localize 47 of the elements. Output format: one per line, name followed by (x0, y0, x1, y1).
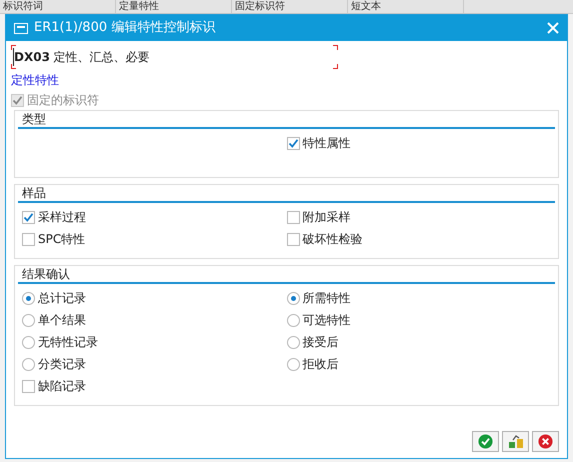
radio-button[interactable] (22, 314, 35, 326)
check-icon (478, 434, 493, 449)
close-icon[interactable] (547, 22, 559, 34)
column-header: 标识符词 (0, 0, 116, 13)
radio-button[interactable] (286, 358, 300, 370)
radio-button[interactable] (286, 314, 300, 326)
transfer-button[interactable] (502, 431, 529, 452)
input-field[interactable]: DX03 定性、汇总、必要 (11, 45, 338, 69)
option-label: 缺陷记录 (38, 378, 86, 395)
column-header: 固定标识符 (232, 0, 348, 13)
option-label: SPC特性 (38, 231, 86, 248)
confirm-button[interactable] (472, 431, 499, 452)
radio-button[interactable] (286, 336, 300, 348)
option-label: 可选特性 (302, 312, 350, 329)
cancel-button[interactable] (532, 431, 559, 452)
window-title: ER1(1)/800 编辑特性控制标识 (34, 19, 216, 38)
option-label: 固定的标识符 (27, 92, 99, 109)
column-header: 定量特性 (116, 0, 232, 13)
option-label: 接受后 (302, 334, 338, 351)
option-label: 拒收后 (302, 356, 338, 373)
option-label: 破坏性检验 (302, 231, 362, 248)
option-label: 分类记录 (38, 356, 86, 373)
cancel-icon (538, 434, 553, 449)
link[interactable]: 定性特性 (11, 71, 59, 89)
transfer-icon (508, 434, 524, 449)
option-label: 无特性记录 (38, 334, 98, 351)
group-title: 结果确认 (22, 267, 70, 282)
column-header: 短文本 (348, 0, 464, 13)
option-label: 单个结果 (38, 312, 86, 329)
checkbox[interactable] (22, 232, 35, 246)
radio-button[interactable] (22, 358, 35, 370)
option-label: 附加采样 (302, 209, 350, 226)
option-label: 所需特性 (302, 290, 350, 307)
checkbox[interactable] (22, 380, 35, 392)
option-label: 总计记录 (38, 290, 86, 307)
checkbox[interactable] (286, 232, 300, 246)
radio-button[interactable] (22, 292, 35, 304)
radio-button[interactable] (22, 336, 35, 348)
checkbox[interactable] (286, 136, 300, 150)
option-label: 采样过程 (38, 209, 86, 226)
radio-button[interactable] (286, 292, 300, 304)
group-title: 样品 (22, 186, 46, 201)
window-icon (14, 22, 28, 34)
checkbox[interactable] (22, 210, 35, 224)
group-title: 类型 (22, 112, 46, 127)
option-label: 特性属性 (302, 135, 350, 152)
checkbox[interactable] (286, 210, 300, 224)
